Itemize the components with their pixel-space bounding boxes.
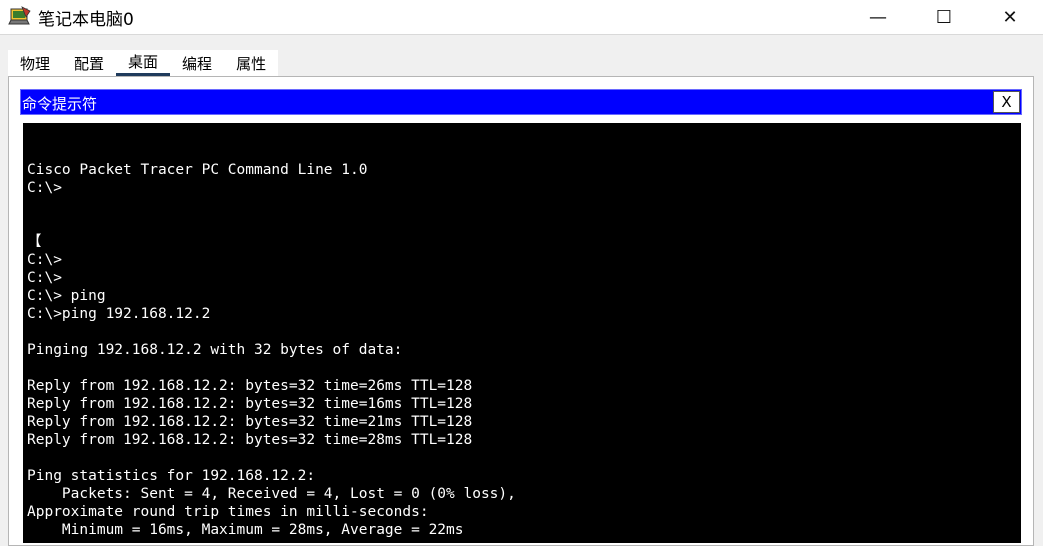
tab-desktop[interactable]: 桌面 (116, 50, 171, 76)
terminal-line: C:\> ping (27, 288, 106, 304)
terminal-line: 【 (27, 234, 42, 250)
minimize-button[interactable]: — (845, 0, 911, 34)
terminal-line: Reply from 192.168.12.2: bytes=32 time=1… (27, 396, 473, 412)
terminal-line: Ping statistics for 192.168.12.2: (27, 468, 316, 484)
tab-programming[interactable]: 编程 (170, 50, 224, 76)
terminal-line: Packets: Sent = 4, Received = 4, Lost = … (27, 486, 516, 502)
desktop-panel: 命令提示符 X Cisco Packet Tracer PC Command L… (8, 76, 1034, 546)
command-prompt-header: 命令提示符 X (20, 89, 1022, 115)
command-prompt-title: 命令提示符 (22, 95, 98, 113)
tab-physical[interactable]: 物理 (8, 50, 62, 76)
terminal-line: Reply from 192.168.12.2: bytes=32 time=2… (27, 378, 473, 394)
window-title: 笔记本电脑0 (38, 9, 134, 30)
tab-bar: 物理 配置 桌面 编程 属性 (8, 50, 279, 76)
terminal-line: Minimum = 16ms, Maximum = 28ms, Average … (27, 522, 464, 538)
tab-config[interactable]: 配置 (62, 50, 116, 76)
terminal-line: C:\> (27, 270, 62, 286)
command-prompt-close-button[interactable]: X (993, 91, 1020, 113)
terminal-line: C:\>ping 192.168.12.2 (27, 306, 211, 322)
terminal-line: C:\> (27, 180, 62, 196)
terminal-output: Cisco Packet Tracer PC Command Line 1.0 … (27, 143, 516, 539)
terminal-line: Reply from 192.168.12.2: bytes=32 time=2… (27, 414, 473, 430)
maximize-button[interactable]: ☐ (911, 0, 977, 34)
title-bar: 笔记本电脑0 — ☐ ✕ (0, 0, 1043, 35)
window-controls: — ☐ ✕ (845, 0, 1043, 34)
close-button[interactable]: ✕ (977, 0, 1043, 34)
terminal-line: C:\> (27, 252, 62, 268)
tab-attributes[interactable]: 属性 (224, 50, 278, 76)
terminal-line: Cisco Packet Tracer PC Command Line 1.0 (27, 162, 368, 178)
terminal-line: Reply from 192.168.12.2: bytes=32 time=2… (27, 432, 473, 448)
terminal-window[interactable]: Cisco Packet Tracer PC Command Line 1.0 … (23, 123, 1021, 543)
terminal-line: Pinging 192.168.12.2 with 32 bytes of da… (27, 342, 403, 358)
terminal-line: Approximate round trip times in milli-se… (27, 504, 429, 520)
packet-tracer-laptop-icon (8, 6, 31, 25)
